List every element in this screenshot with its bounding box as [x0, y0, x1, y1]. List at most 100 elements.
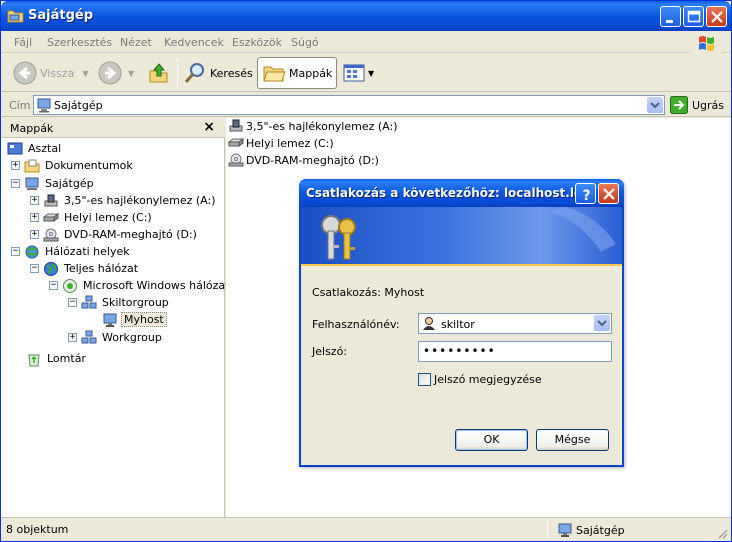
tree-item-myhost[interactable]: Myhost — [102, 311, 167, 328]
toolbar-separator — [335, 59, 336, 87]
workgroup-icon — [81, 330, 97, 343]
tree-item-recycle-bin[interactable]: Lomtár — [26, 350, 88, 367]
computer-icon — [37, 98, 51, 113]
address-dropdown-button[interactable] — [647, 97, 663, 113]
tree-label: Dokumentumok — [45, 159, 133, 172]
folders-button[interactable]: Mappák — [257, 57, 338, 89]
menu-tools[interactable]: Eszközök — [232, 36, 282, 49]
close-icon — [603, 188, 615, 200]
dialog-title-bar[interactable]: Csatlakozás a következőhöz: localhost.lo… — [299, 179, 624, 207]
tree-item-my-computer[interactable]: − Sajátgép — [11, 175, 96, 192]
expand-icon[interactable]: + — [30, 196, 39, 205]
tree-item-workgroup[interactable]: + Workgroup — [68, 329, 164, 346]
windows-logo-icon — [691, 33, 721, 53]
tree-item-floppy[interactable]: + 3,5"-es hajlékonylemez (A:) — [30, 192, 218, 209]
expand-icon[interactable]: + — [30, 230, 39, 239]
tree-label: Lomtár — [47, 352, 86, 365]
maximize-button[interactable] — [683, 6, 704, 27]
close-button[interactable] — [706, 6, 727, 27]
collapse-icon[interactable]: − — [11, 179, 20, 188]
desktop-icon — [7, 142, 23, 154]
expand-icon[interactable]: + — [30, 213, 39, 222]
collapse-icon[interactable]: − — [49, 281, 58, 290]
go-button[interactable]: Ugrás — [670, 96, 724, 114]
dvd-drive-icon — [43, 228, 59, 241]
tree-item-dvd[interactable]: + DVD-RAM-meghajtó (D:) — [30, 226, 199, 243]
close-pane-icon[interactable]: × — [203, 119, 215, 135]
menu-file[interactable]: Fájl — [14, 36, 32, 49]
tree-item-ms-windows-network[interactable]: − Microsoft Windows hálózat — [49, 277, 231, 294]
title-bar[interactable]: Sajátgép — [1, 1, 731, 31]
collapse-icon[interactable]: − — [30, 264, 39, 273]
password-field[interactable]: ••••••••• — [418, 341, 612, 362]
back-arrow-icon — [13, 61, 37, 85]
ok-button[interactable]: OK — [455, 429, 528, 451]
status-bar: 8 objektum Sajátgép — [1, 517, 731, 541]
remember-password-label: Jelszó megjegyzése — [434, 373, 542, 386]
network-globe-icon — [63, 278, 77, 293]
collapse-icon[interactable]: − — [11, 247, 20, 256]
computer-icon — [25, 177, 39, 190]
back-label: Vissza — [40, 66, 75, 80]
search-button[interactable]: Keresés — [183, 57, 253, 89]
dialog-close-button[interactable] — [598, 183, 619, 204]
chevron-down-icon — [597, 320, 607, 327]
menu-help[interactable]: Súgó — [291, 36, 319, 49]
username-combobox[interactable]: skiltor — [418, 313, 612, 334]
folders-pane: Mappák × Asztal + Dokumentumok − Sajátgé… — [1, 118, 229, 517]
window-title: Sajátgép — [28, 8, 94, 23]
tree-item-documents[interactable]: + Dokumentumok — [11, 157, 135, 174]
search-label: Keresés — [210, 66, 253, 80]
expand-icon[interactable]: + — [68, 333, 77, 342]
chevron-down-icon[interactable]: ▼ — [128, 69, 134, 78]
tree-label: Asztal — [28, 142, 62, 155]
tree-item-desktop[interactable]: Asztal — [7, 140, 63, 157]
menu-view[interactable]: Nézet — [120, 36, 152, 49]
username-value: skiltor — [441, 318, 475, 331]
back-button[interactable]: Vissza ▼ — [13, 57, 88, 89]
list-item-label: 3,5"-es hajlékonylemez (A:) — [246, 119, 398, 133]
forward-button[interactable]: ▼ — [98, 57, 134, 89]
help-button[interactable]: ? — [575, 183, 596, 204]
menu-bar: Fájl Szerkesztés Nézet Kedvencek Eszközö… — [1, 31, 731, 53]
tree-item-local-disk[interactable]: + Helyi lemez (C:) — [30, 209, 154, 226]
chevron-down-icon[interactable]: ▼ — [82, 69, 88, 78]
banner-accent-line — [301, 264, 622, 266]
tree-label: Workgroup — [102, 331, 162, 344]
folder-icon — [7, 10, 24, 23]
menu-favorites[interactable]: Kedvencek — [164, 36, 224, 49]
tree-label: Hálózati helyek — [45, 245, 130, 258]
tree-label: 3,5"-es hajlékonylemez (A:) — [64, 194, 216, 207]
toolbar-separator — [177, 59, 178, 87]
tree-label: Sajátgép — [45, 177, 94, 190]
folders-label: Mappák — [289, 66, 333, 80]
chevron-down-icon[interactable]: ▼ — [368, 69, 374, 78]
list-item[interactable]: DVD-RAM-meghajtó (D:) — [228, 152, 379, 168]
list-item-label: DVD-RAM-meghajtó (D:) — [246, 153, 379, 167]
password-label: Jelszó: — [312, 345, 348, 358]
tree-item-network-places[interactable]: − Hálózati helyek — [11, 243, 132, 260]
password-value: ••••••••• — [423, 344, 496, 358]
collapse-icon[interactable]: − — [68, 298, 77, 307]
globe-icon — [44, 261, 58, 276]
resize-grip-icon[interactable] — [716, 527, 728, 539]
tree-item-entire-network[interactable]: − Teljes hálózat — [30, 260, 140, 277]
list-item[interactable]: Helyi lemez (C:) — [228, 135, 334, 151]
remember-password-checkbox[interactable]: Jelszó megjegyzése — [418, 373, 542, 386]
list-item[interactable]: 3,5"-es hajlékonylemez (A:) — [228, 118, 398, 134]
computer-icon — [558, 523, 572, 537]
up-button[interactable] — [147, 57, 171, 89]
minimize-button[interactable] — [660, 6, 681, 27]
address-input[interactable]: Sajátgép — [33, 95, 665, 115]
tree-item-skiltorgroup[interactable]: − Skiltorgroup — [68, 294, 171, 311]
user-icon — [423, 317, 435, 330]
menu-edit[interactable]: Szerkesztés — [47, 36, 112, 49]
cancel-button[interactable]: Mégse — [536, 429, 609, 451]
go-arrow-icon — [670, 96, 688, 114]
username-dropdown-button[interactable] — [594, 315, 610, 331]
views-button[interactable]: ▼ — [342, 57, 374, 89]
connect-dialog: Csatlakozás a következőhöz: localhost.lo… — [299, 179, 624, 467]
checkbox-box[interactable] — [418, 373, 431, 386]
address-bar: Cím Sajátgép Ugrás — [1, 93, 731, 117]
expand-icon[interactable]: + — [11, 161, 20, 170]
